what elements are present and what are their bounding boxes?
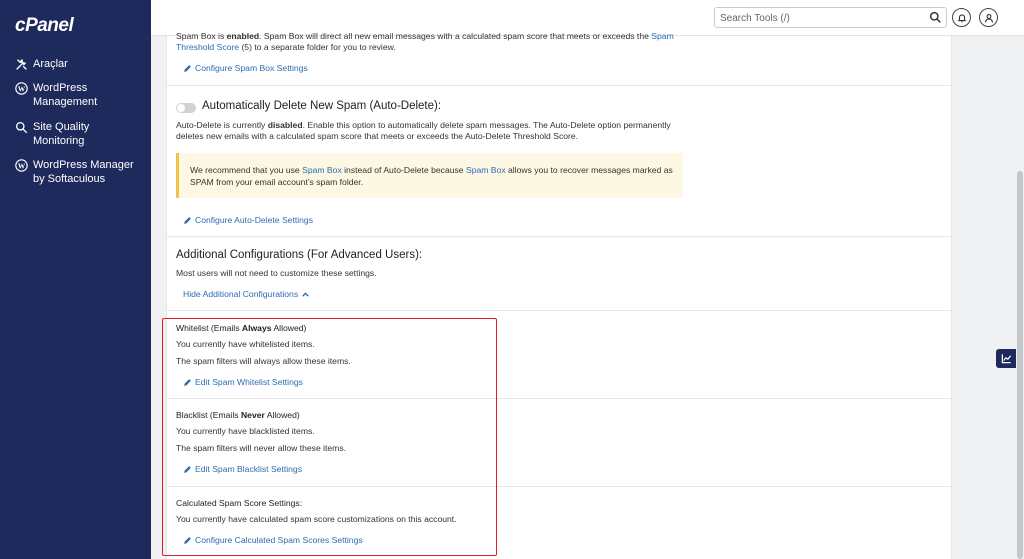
notifications-button[interactable]: [952, 8, 971, 27]
svg-text:W: W: [17, 161, 25, 170]
sidebar-item-araclar[interactable]: Araçlar: [14, 57, 143, 71]
sidebar-item-label: WordPress Management: [33, 82, 98, 108]
sidebar-item-site-quality-monitoring[interactable]: Site Quality Monitoring: [14, 120, 143, 148]
pencil-icon: [184, 536, 191, 544]
whitelist-line2: The spam filters will always allow these…: [176, 356, 351, 366]
auto-delete-toggle[interactable]: [176, 103, 196, 113]
spam-score-line1: You currently have calculated spam score…: [176, 514, 457, 524]
auto-delete-description: Auto-Delete is currently disabled. Enabl…: [176, 120, 671, 141]
spam-box-description: Spam Box is enabled. Spam Box will direc…: [176, 31, 674, 52]
search-tools-box[interactable]: [714, 7, 947, 28]
pencil-icon: [184, 64, 191, 72]
spam-box-link[interactable]: Spam Box: [302, 165, 342, 175]
additional-config-title: Additional Configurations (For Advanced …: [176, 249, 423, 261]
configure-spam-scores-link[interactable]: Configure Calculated Spam Scores Setting…: [183, 535, 363, 545]
pencil-icon: [184, 216, 191, 224]
stats-toggle-button[interactable]: [996, 349, 1016, 368]
sidebar-item-wordpress-management[interactable]: W WordPress Management: [14, 81, 143, 109]
chart-icon: [1001, 354, 1011, 364]
pencil-icon: [184, 378, 191, 386]
svg-text:W: W: [17, 84, 25, 93]
edit-blacklist-link[interactable]: Edit Spam Blacklist Settings: [183, 464, 302, 474]
configure-spam-box-link[interactable]: Configure Spam Box Settings: [183, 63, 308, 73]
spam-box-link[interactable]: Spam Box: [466, 165, 506, 175]
chevron-up-icon: [302, 291, 309, 297]
main-content: Spam Box is enabled. Spam Box will direc…: [166, 31, 953, 559]
blacklist-line1: You currently have blacklisted items.: [176, 426, 315, 436]
user-icon: [984, 13, 993, 22]
spam-box-section: Spam Box is enabled. Spam Box will direc…: [167, 31, 953, 86]
spam-score-section: Calculated Spam Score Settings: You curr…: [167, 487, 953, 559]
hide-additional-config-link[interactable]: Hide Additional Configurations: [183, 289, 310, 299]
whitelist-line1: You currently have whitelisted items.: [176, 339, 315, 349]
pencil-icon: [184, 465, 191, 473]
configure-auto-delete-link[interactable]: Configure Auto-Delete Settings: [183, 215, 313, 225]
cpanel-logo[interactable]: cPanel: [15, 15, 74, 37]
sidebar-item-label: WordPress Manager by Softaculous: [33, 159, 134, 185]
sidebar-item-label: Araçlar: [33, 58, 68, 70]
whitelist-section: Whitelist (Emails Always Allowed) You cu…: [167, 311, 953, 399]
search-tools-input[interactable]: [715, 9, 920, 28]
blacklist-section: Blacklist (Emails Never Allowed) You cur…: [167, 399, 953, 487]
sidebar-item-label: Site Quality Monitoring: [33, 121, 90, 147]
bell-icon: [957, 13, 966, 22]
tools-icon: [14, 57, 28, 71]
whitelist-title: Whitelist (Emails Always Allowed): [176, 323, 307, 333]
edit-whitelist-link[interactable]: Edit Spam Whitelist Settings: [183, 377, 303, 387]
spam-score-title: Calculated Spam Score Settings:: [176, 498, 303, 508]
auto-delete-section: Automatically Delete New Spam (Auto-Dele…: [167, 86, 953, 237]
sidebar: cPanel Araçlar W WordPress Management Si…: [0, 0, 151, 559]
scrollbar-thumb[interactable]: [1017, 171, 1023, 559]
wordpress-icon: W: [14, 81, 28, 95]
additional-config-section: Additional Configurations (For Advanced …: [167, 237, 953, 311]
page-scrollbar[interactable]: [1016, 36, 1024, 559]
auto-delete-title: Automatically Delete New Spam (Auto-Dele…: [202, 100, 442, 112]
auto-delete-warning: We recommend that you use Spam Box inste…: [176, 153, 683, 198]
search-icon[interactable]: [929, 11, 942, 24]
sidebar-item-wordpress-manager-softaculous[interactable]: W WordPress Manager by Softaculous: [14, 158, 143, 186]
additional-config-subtitle: Most users will not need to customize th…: [176, 268, 377, 278]
warning-text: We recommend that you use Spam Box inste…: [190, 165, 673, 187]
magnifier-icon: [14, 120, 28, 134]
blacklist-line2: The spam filters will never allow these …: [176, 443, 347, 453]
user-menu-button[interactable]: [979, 8, 998, 27]
wordpress-icon: W: [14, 158, 28, 172]
blacklist-title: Blacklist (Emails Never Allowed): [176, 410, 300, 420]
